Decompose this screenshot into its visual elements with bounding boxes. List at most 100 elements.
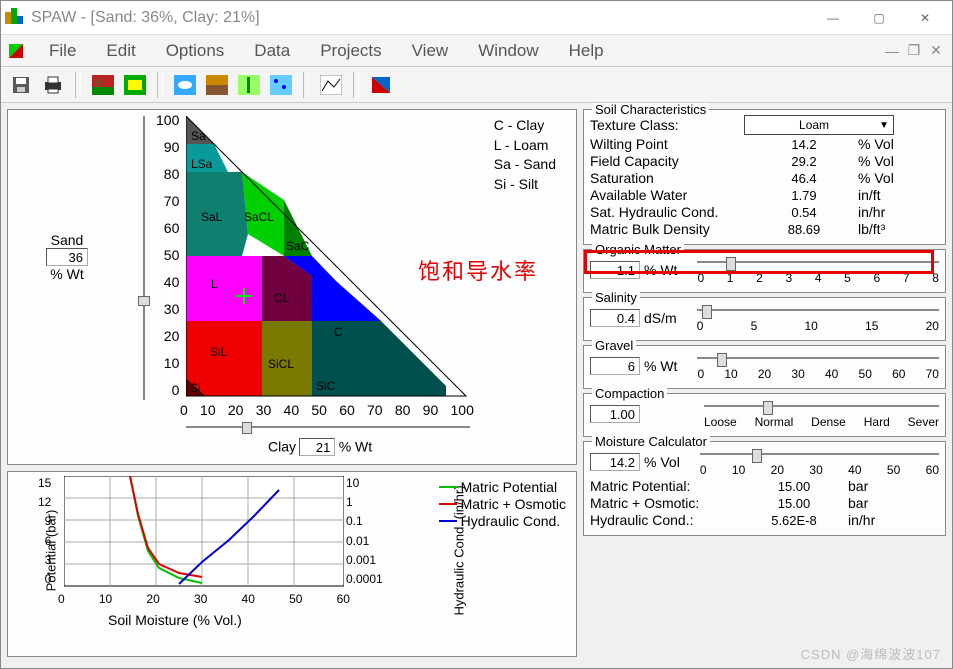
- moist-label: Hydraulic Cond.:: [590, 512, 740, 528]
- client-area: Sand 36 % Wt 100 90 80 70 60: [1, 103, 952, 668]
- sc-unit: % Vol: [858, 136, 894, 152]
- compaction-slider[interactable]: [704, 399, 939, 413]
- sc-value: 0.54: [754, 205, 854, 220]
- tick: 60: [926, 463, 939, 477]
- close-button[interactable]: ✕: [902, 3, 948, 33]
- sc-unit: % Vol: [858, 153, 894, 169]
- print-icon[interactable]: [39, 71, 67, 99]
- tick: Hard: [864, 415, 890, 429]
- svg-text:SiC: SiC: [316, 379, 336, 393]
- x-tick: 30: [194, 592, 207, 606]
- y-tick-r: 10: [346, 476, 383, 490]
- moisture-slider[interactable]: [700, 447, 939, 461]
- tick: Dense: [811, 415, 846, 429]
- x-tick: 90: [423, 402, 439, 418]
- annotation-text: 饱和导水率: [418, 254, 538, 286]
- menu-projects[interactable]: Projects: [306, 39, 395, 63]
- menu-help[interactable]: Help: [555, 39, 618, 63]
- tick: 50: [859, 367, 872, 381]
- toolbar: [1, 67, 952, 103]
- soil-characteristics-legend: Soil Characteristics: [592, 103, 709, 117]
- menu-view[interactable]: View: [398, 39, 463, 63]
- tick: 10: [724, 367, 737, 381]
- clay-slider[interactable]: [186, 420, 470, 434]
- x-tick: 0: [180, 402, 188, 418]
- moist-unit: bar: [848, 495, 868, 511]
- y-tick: 10: [164, 355, 180, 371]
- moist-label: Matric + Osmotic:: [590, 495, 740, 511]
- gravel-slider[interactable]: [697, 351, 939, 365]
- sc-value: 29.2: [754, 154, 854, 169]
- sc-value: 46.4: [754, 171, 854, 186]
- soil-icon[interactable]: [203, 71, 231, 99]
- mdi-minimize-button[interactable]: —: [882, 42, 902, 60]
- salinity-input[interactable]: 0.4: [590, 309, 640, 327]
- clay-input[interactable]: 21: [299, 438, 335, 456]
- mdi-restore-button[interactable]: ❐: [904, 42, 924, 60]
- x-tick: 20: [228, 402, 244, 418]
- farm-icon[interactable]: [89, 71, 117, 99]
- graph-icon[interactable]: [317, 71, 345, 99]
- compaction-input[interactable]: 1.00: [590, 405, 640, 423]
- sc-label: Saturation: [590, 170, 750, 186]
- maximize-button[interactable]: ▢: [856, 3, 902, 33]
- svg-text:SaCL: SaCL: [244, 210, 274, 224]
- menu-window[interactable]: Window: [464, 39, 552, 63]
- mdi-close-button[interactable]: ✕: [926, 42, 946, 60]
- triangle-icon[interactable]: [367, 71, 395, 99]
- svg-text:LSa: LSa: [191, 157, 213, 171]
- y-tick: 0: [45, 572, 52, 586]
- cloud-icon[interactable]: [171, 71, 199, 99]
- x-tick: 40: [242, 592, 255, 606]
- tick: 10: [804, 319, 817, 333]
- moist-label: Matric Potential:: [590, 478, 740, 494]
- plot-panel: Potential (bar) 15 12 9 6 3 0: [7, 471, 577, 657]
- tick: 50: [887, 463, 900, 477]
- gravel-legend: Gravel: [592, 338, 636, 353]
- irrigation-icon[interactable]: [267, 71, 295, 99]
- y-tick: 3: [45, 553, 52, 567]
- y-tick-r: 0.1: [346, 514, 383, 528]
- svg-text:SiCL: SiCL: [268, 357, 294, 371]
- gravel-input[interactable]: 6: [590, 357, 640, 375]
- menu-edit[interactable]: Edit: [92, 39, 149, 63]
- tick: 40: [825, 367, 838, 381]
- triangle-legend: C - Clay L - Loam Sa - Sand Si - Silt: [494, 116, 556, 194]
- gravel-box: Gravel 6 % Wt 010203040506070: [583, 345, 946, 389]
- save-icon[interactable]: [7, 71, 35, 99]
- field-icon[interactable]: [121, 71, 149, 99]
- tick: 20: [758, 367, 771, 381]
- svg-text:SaC: SaC: [286, 239, 310, 253]
- y-tick: 9: [45, 514, 52, 528]
- y-tick: 0: [172, 382, 180, 398]
- compaction-box: Compaction 1.00 LooseNormalDenseHardSeve…: [583, 393, 946, 437]
- svg-text:SaL: SaL: [201, 210, 223, 224]
- menu-data[interactable]: Data: [240, 39, 304, 63]
- sc-label: Matric Bulk Density: [590, 221, 750, 237]
- app-icon: [5, 8, 25, 28]
- menubar: File Edit Options Data Projects View Win…: [1, 35, 952, 67]
- menu-options[interactable]: Options: [152, 39, 239, 63]
- salinity-slider[interactable]: [697, 303, 939, 317]
- moisture-input[interactable]: 14.2: [590, 453, 640, 471]
- svg-text:Si: Si: [190, 381, 201, 395]
- menu-file[interactable]: File: [35, 39, 90, 63]
- minimize-button[interactable]: —: [810, 3, 856, 33]
- y-tick: 100: [156, 112, 179, 128]
- tick: 70: [926, 367, 939, 381]
- right-column: Soil Characteristics Texture Class: Loam…: [583, 109, 946, 662]
- y-tick: 20: [164, 328, 180, 344]
- x-tick: 50: [289, 592, 302, 606]
- texture-class-combo[interactable]: Loam ▼: [744, 115, 894, 135]
- svg-text:C: C: [334, 325, 343, 339]
- y-tick: 60: [164, 220, 180, 236]
- y-tick-r: 1: [346, 495, 383, 509]
- x-tick: 0: [58, 592, 65, 606]
- salinity-unit: dS/m: [644, 310, 677, 326]
- moist-unit: bar: [848, 478, 868, 494]
- sand-input[interactable]: 36: [46, 248, 88, 266]
- moisture-unit: % Vol: [644, 454, 680, 470]
- moist-value: 15.00: [744, 479, 844, 494]
- sand-slider[interactable]: [136, 116, 152, 400]
- crop-icon[interactable]: [235, 71, 263, 99]
